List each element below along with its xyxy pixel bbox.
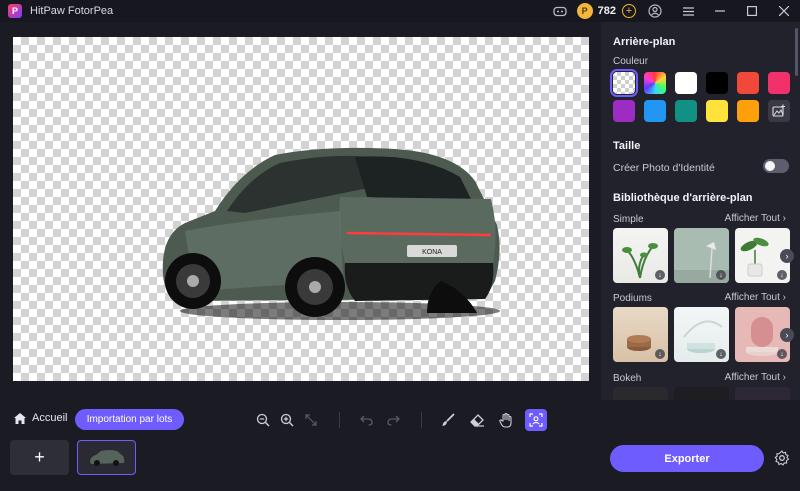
home-icon (14, 412, 26, 424)
toolbar-divider (339, 412, 340, 428)
zoom-out-icon[interactable] (252, 409, 274, 431)
download-icon[interactable]: ↓ (777, 270, 787, 280)
bg-thumb-podium-2[interactable]: ↓ (674, 307, 729, 362)
coin-balance[interactable]: P 782 + (576, 3, 636, 19)
image-file-thumbnail[interactable] (77, 440, 136, 475)
podiums-see-all-link[interactable]: Afficher Tout › (725, 292, 786, 303)
close-icon[interactable] (768, 0, 800, 22)
hand-pan-icon[interactable] (495, 409, 517, 431)
library-section-title: Bibliothèque d'arrière-plan (613, 192, 753, 204)
id-photo-toggle[interactable] (763, 159, 789, 173)
eraser-icon[interactable] (466, 409, 488, 431)
bg-thumb-bokeh-3[interactable] (735, 387, 790, 400)
add-coins-icon[interactable]: + (622, 4, 636, 18)
fit-screen-icon[interactable] (300, 409, 322, 431)
batch-import-button[interactable]: Importation par lots (75, 409, 184, 430)
simple-see-all-text: Afficher Tout (724, 213, 780, 224)
color-label: Couleur (613, 56, 649, 67)
swatch-purple[interactable] (613, 100, 635, 122)
bg-thumb-bokeh-2[interactable] (674, 387, 729, 400)
swatch-color-picker[interactable] (644, 72, 666, 94)
download-icon[interactable]: ↓ (655, 349, 665, 359)
background-section-title: Arrière-plan (613, 36, 676, 48)
brush-icon[interactable] (437, 409, 459, 431)
bokeh-see-all-link[interactable]: Afficher Tout › (725, 372, 786, 383)
swatch-teal[interactable] (675, 100, 697, 122)
category-simple-label: Simple (613, 214, 644, 225)
category-bokeh-label: Bokeh (613, 373, 642, 384)
menu-icon[interactable] (672, 0, 704, 22)
coin-count: 782 (597, 5, 616, 17)
bg-thumb-bokeh-1[interactable] (613, 387, 668, 400)
swatch-transparent[interactable] (610, 69, 638, 97)
bottom-toolbar: Accueil Importation par lots + Exporter (0, 400, 800, 491)
car-cutout-image: KONA (162, 147, 500, 320)
bg-thumb-podium-1[interactable]: ↓ (613, 307, 668, 362)
discord-icon[interactable] (551, 2, 569, 20)
size-section-title: Taille (613, 140, 641, 152)
user-account-icon[interactable] (646, 2, 664, 20)
toolbar-divider (421, 412, 422, 428)
export-button[interactable]: Exporter (610, 445, 764, 472)
podiums-next-arrow[interactable]: › (780, 328, 794, 342)
undo-icon[interactable] (355, 409, 377, 431)
car-thumbnail-icon (89, 449, 124, 466)
podiums-see-all-text: Afficher Tout (724, 292, 780, 303)
swatch-pink[interactable] (768, 72, 790, 94)
simple-see-all-link[interactable]: Afficher Tout › (725, 213, 786, 224)
download-icon[interactable]: ↓ (716, 270, 726, 280)
swatch-white[interactable] (675, 72, 697, 94)
download-icon[interactable]: ↓ (777, 349, 787, 359)
id-photo-label: Créer Photo d'Identité (613, 162, 715, 174)
bg-thumb-simple-2[interactable]: ↓ (674, 228, 729, 283)
maximize-icon[interactable] (736, 0, 768, 22)
minimize-icon[interactable] (704, 0, 736, 22)
background-panel: Arrière-plan Couleur Taille Créer Photo … (601, 22, 800, 400)
swatch-blue[interactable] (644, 100, 666, 122)
category-podiums-label: Podiums (613, 293, 652, 304)
bg-thumb-simple-1[interactable]: ↓ (613, 228, 668, 283)
panel-scrollbar[interactable] (795, 28, 798, 76)
add-image-button[interactable]: + (10, 440, 69, 475)
swatch-orange[interactable] (737, 100, 759, 122)
zoom-in-icon[interactable] (276, 409, 298, 431)
app-title: HitPaw FotorPea (30, 5, 114, 17)
coin-icon: P (576, 3, 593, 19)
redo-icon[interactable] (382, 409, 404, 431)
license-plate-text: KONA (422, 249, 442, 256)
swatch-yellow[interactable] (706, 100, 728, 122)
settings-gear-icon[interactable] (772, 448, 792, 468)
home-button[interactable]: Accueil (14, 412, 67, 424)
app-logo-icon: P (8, 4, 22, 18)
download-icon[interactable]: ↓ (655, 270, 665, 280)
home-label: Accueil (32, 412, 68, 424)
face-detect-icon[interactable] (525, 409, 547, 431)
bokeh-see-all-text: Afficher Tout (724, 372, 780, 383)
swatch-red[interactable] (737, 72, 759, 94)
title-bar: P HitPaw FotorPea P 782 + (0, 0, 800, 22)
simple-next-arrow[interactable]: › (780, 249, 794, 263)
download-icon[interactable]: ↓ (716, 349, 726, 359)
add-image-background-icon[interactable] (768, 100, 790, 122)
image-canvas[interactable]: KONA (13, 37, 589, 381)
swatch-black[interactable] (706, 72, 728, 94)
